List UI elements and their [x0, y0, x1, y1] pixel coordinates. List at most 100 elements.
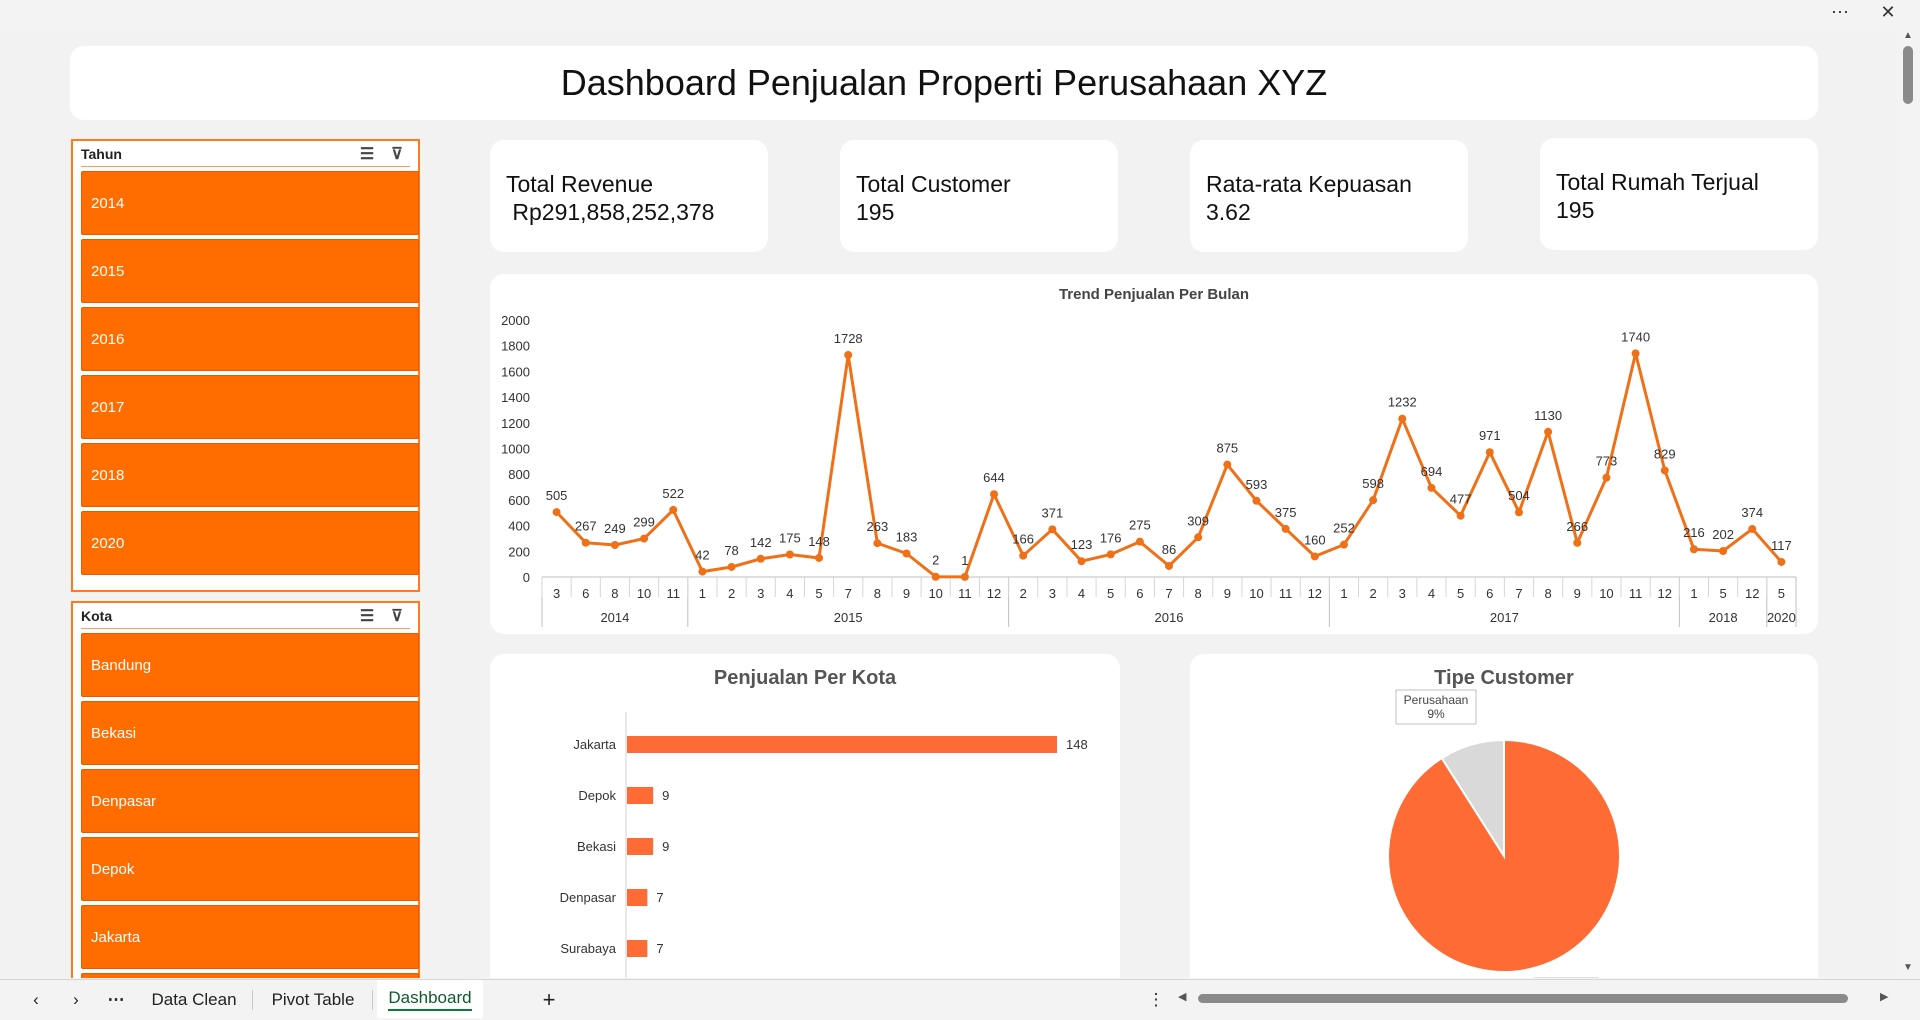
scroll-left-icon[interactable]: ◀: [1178, 990, 1186, 1003]
multi-select-icon[interactable]: ☰: [356, 606, 378, 626]
multi-select-icon[interactable]: ☰: [356, 144, 378, 164]
x-tick-label: 2: [1370, 586, 1377, 601]
close-icon[interactable]: ✕: [1874, 2, 1902, 23]
category-label: Jakarta: [573, 737, 616, 752]
x-tick-label: 8: [1195, 586, 1202, 601]
y-tick-label: 200: [508, 544, 530, 559]
y-tick-label: 800: [508, 467, 530, 482]
chart-title: Trend Penjualan Per Bulan: [1059, 286, 1249, 303]
x-tick-label: 6: [1486, 586, 1493, 601]
tab-bar-options-icon[interactable]: ⋮: [1146, 980, 1166, 1018]
data-point: [1048, 525, 1057, 534]
customer-type-chart-card: Tipe CustomerPerusahaan9%Individual: [1190, 654, 1818, 978]
clear-filter-icon[interactable]: ⊽: [386, 144, 408, 164]
data-point: [1106, 550, 1115, 559]
add-sheet-icon[interactable]: +: [534, 980, 564, 1018]
bar: [627, 787, 654, 804]
scroll-right-icon[interactable]: ▶: [1880, 990, 1888, 1003]
data-point: [610, 541, 619, 550]
y-tick-label: 2000: [501, 313, 530, 328]
data-label: 148: [808, 534, 830, 549]
data-label: 694: [1421, 464, 1443, 479]
data-label: 971: [1479, 428, 1501, 443]
slicer-item-2020[interactable]: 2020: [81, 511, 419, 575]
data-label: 644: [983, 470, 1005, 485]
data-point: [1514, 508, 1523, 517]
slicer-item-denpasar[interactable]: Denpasar: [81, 769, 419, 833]
x-group-label: 2017: [1490, 610, 1519, 625]
slicer-item-bandung[interactable]: Bandung: [81, 633, 419, 697]
data-label: 505: [546, 488, 568, 503]
tab-data-clean[interactable]: Data Clean: [140, 980, 248, 1018]
x-tick-label: 2: [728, 586, 735, 601]
data-point: [1019, 551, 1028, 560]
bar: [627, 838, 654, 855]
trend-line-chart: Trend Penjualan Per Bulan 0 200 400 600 800 10…: [501, 286, 1797, 627]
y-tick-label: 600: [508, 493, 530, 508]
data-label: 829: [1654, 446, 1676, 461]
data-label: 160: [1304, 532, 1326, 547]
slicer-item-depok[interactable]: Depok: [81, 837, 419, 901]
data-label: 175: [779, 531, 801, 546]
vertical-scrollbar[interactable]: ▲ ▼: [1896, 26, 1920, 978]
next-sheet-icon[interactable]: ›: [62, 980, 90, 1018]
scroll-down-icon[interactable]: ▼: [1903, 962, 1913, 973]
data-point: [815, 553, 824, 562]
data-point: [785, 550, 794, 559]
data-point: [1748, 524, 1757, 533]
slicer-item-jakarta[interactable]: Jakarta: [81, 905, 419, 969]
slicer-item-partial[interactable]: [81, 973, 419, 978]
scroll-up-icon[interactable]: ▲: [1903, 30, 1913, 41]
data-label: 522: [662, 486, 684, 501]
data-label: 123: [1071, 537, 1093, 552]
tab-dashboard[interactable]: Dashboard: [377, 980, 483, 1018]
tab-pivot-table[interactable]: Pivot Table: [258, 980, 368, 1018]
kpi-value: Rp291,858,252,378: [506, 199, 715, 225]
kpi-card-total-revenue: Total Revenue Rp291,858,252,378: [490, 140, 768, 252]
y-tick-label: 1400: [501, 390, 530, 405]
data-label: 86: [1162, 542, 1176, 557]
x-group-label: 2020: [1767, 610, 1796, 625]
bar-value-label: 7: [656, 941, 663, 956]
ellipsis-icon[interactable]: ⋯: [1826, 2, 1854, 23]
bar-value-label: 9: [662, 839, 669, 854]
slicer-title: Tahun: [81, 146, 122, 162]
clear-filter-icon[interactable]: ⊽: [386, 606, 408, 626]
x-tick-label: 8: [874, 586, 881, 601]
slicer-item-2014[interactable]: 2014: [81, 171, 419, 235]
prev-sheet-icon[interactable]: ‹: [22, 980, 50, 1018]
slicer-item-2015[interactable]: 2015: [81, 239, 419, 303]
slicer-item-2018[interactable]: 2018: [81, 443, 419, 507]
horizontal-scroll-thumb[interactable]: [1198, 994, 1848, 1003]
data-point: [1660, 466, 1669, 475]
data-label: 42: [695, 548, 709, 563]
data-label: 9%: [1427, 707, 1445, 721]
x-tick-label: 11: [1629, 586, 1643, 601]
data-label: 216: [1683, 525, 1705, 540]
x-group-label: 2016: [1155, 610, 1184, 625]
slicer-item-bekasi[interactable]: Bekasi: [81, 701, 419, 765]
kpi-card-total-rumah-terjual: Total Rumah Terjual 195: [1540, 138, 1818, 250]
y-tick-label: 400: [508, 519, 530, 534]
horizontal-scrollbar[interactable]: ◀ ▶: [1176, 988, 1896, 1010]
data-label: 117: [1771, 538, 1792, 553]
category-label: Denpasar: [560, 890, 617, 905]
data-point: [960, 572, 969, 581]
slicer-item-2017[interactable]: 2017: [81, 375, 419, 439]
vertical-scroll-thumb[interactable]: [1903, 46, 1913, 104]
y-tick-label: 1600: [501, 364, 530, 379]
more-sheets-icon[interactable]: ⋯: [102, 980, 130, 1018]
data-point: [756, 554, 765, 563]
kpi-value: 195: [856, 199, 895, 225]
data-point: [1281, 524, 1290, 533]
slicer-tahun: Tahun ☰ ⊽ 2014 2015 2016 2017 2018 2020: [71, 139, 420, 592]
x-tick-label: 5: [1778, 586, 1785, 601]
data-label: 593: [1246, 477, 1268, 492]
x-tick-label: 4: [786, 586, 793, 601]
slicer-item-2016[interactable]: 2016: [81, 307, 419, 371]
data-label: 166: [1012, 532, 1034, 547]
kpi-label: Rata-rata Kepuasan: [1206, 171, 1412, 197]
bar-value-label: 9: [662, 788, 669, 803]
kpi-card-total-customer: Total Customer 195: [840, 140, 1118, 252]
city-bar-chart: Penjualan Per Kota Jakarta 148 Depok 9 Bekasi…: [560, 667, 1088, 978]
